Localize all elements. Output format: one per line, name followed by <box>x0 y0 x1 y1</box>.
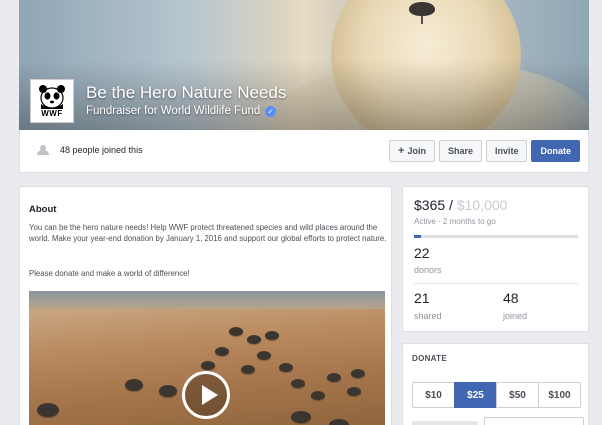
joined-text[interactable]: 48 people joined this <box>60 145 143 155</box>
fundraiser-subtitle[interactable]: Fundraiser for World Wildlife Fund ✓ <box>86 105 277 117</box>
about-card: About You can be the hero nature needs! … <box>19 186 392 425</box>
donate-button[interactable]: Donate <box>531 140 580 162</box>
fundraiser-stats-card: $365 / $10,000 Active · 2 months to go 2… <box>402 186 589 332</box>
joined-summary[interactable]: 48 people joined this <box>36 145 143 155</box>
amount-option[interactable]: $100 <box>538 382 581 408</box>
amount-option[interactable]: $50 <box>496 382 539 408</box>
turtle <box>201 361 215 370</box>
donation-amounts: $10 $25 $50 $100 <box>412 382 581 408</box>
turtle <box>37 403 59 417</box>
stats-divider <box>414 283 578 284</box>
invite-button[interactable]: Invite <box>485 140 528 162</box>
about-description: You can be the hero nature needs! Help W… <box>29 223 387 243</box>
turtle <box>247 335 261 344</box>
turtle <box>265 331 279 340</box>
amount-option[interactable]: $10 <box>412 382 455 408</box>
join-button-label: Join <box>407 146 426 156</box>
video-player[interactable] <box>29 291 385 425</box>
about-heading: About <box>29 204 57 215</box>
turtle <box>311 391 325 400</box>
amount-option[interactable]: $25 <box>454 382 497 408</box>
turtle <box>229 327 243 336</box>
donate-heading: DONATE <box>412 354 447 363</box>
plus-icon: + <box>398 145 405 157</box>
turtle <box>279 363 293 372</box>
donate-card: DONATE $10 $25 $50 $100 <box>402 343 589 425</box>
donors-count: 22 <box>414 245 430 261</box>
join-button[interactable]: + Join <box>389 140 435 162</box>
share-button[interactable]: Share <box>438 140 482 162</box>
people-icon <box>36 145 50 155</box>
joined-label: joined <box>503 311 528 321</box>
amount-raised: $365 / $10,000 <box>414 197 507 213</box>
panda-logo-icon <box>39 85 65 109</box>
logo-text: WWF <box>41 109 63 118</box>
custom-amount-label <box>412 421 478 425</box>
bear-mouth <box>421 16 423 24</box>
turtle <box>125 379 143 391</box>
turtle <box>159 385 177 397</box>
turtle <box>291 379 305 388</box>
raised-value: $365 / <box>414 197 457 213</box>
custom-amount-row <box>412 417 584 425</box>
play-icon[interactable] <box>182 371 230 419</box>
turtle <box>241 365 255 374</box>
turtle <box>329 419 349 425</box>
progress-bar <box>414 235 578 238</box>
turtle <box>291 411 311 423</box>
action-bar: 48 people joined this + Join Share Invit… <box>19 130 589 173</box>
fundraiser-title: Be the Hero Nature Needs <box>86 83 287 102</box>
progress-fill <box>414 235 421 238</box>
turtle <box>215 347 229 356</box>
verified-badge-icon: ✓ <box>265 105 277 117</box>
wwf-logo[interactable]: WWF <box>30 79 74 123</box>
shared-label: shared <box>414 311 442 321</box>
turtle <box>327 373 341 382</box>
donors-label: donors <box>414 265 442 275</box>
shared-count: 21 <box>414 290 430 306</box>
about-call-to-action: Please donate and make a world of differ… <box>29 269 190 278</box>
joined-count: 48 <box>503 290 519 306</box>
cover-photo: WWF Be the Hero Nature Needs Fundraiser … <box>19 0 589 130</box>
goal-value: $10,000 <box>456 197 508 213</box>
fundraiser-status: Active · 2 months to go <box>414 217 496 226</box>
video-sky <box>29 291 385 309</box>
action-buttons: + Join Share Invite Donate <box>389 140 580 162</box>
turtle <box>257 351 271 360</box>
turtle <box>347 387 361 396</box>
turtle <box>351 369 365 378</box>
bear-nose <box>409 2 435 16</box>
custom-amount-input[interactable] <box>484 417 584 425</box>
fundraiser-subtitle-text[interactable]: Fundraiser for World Wildlife Fund <box>86 105 260 117</box>
